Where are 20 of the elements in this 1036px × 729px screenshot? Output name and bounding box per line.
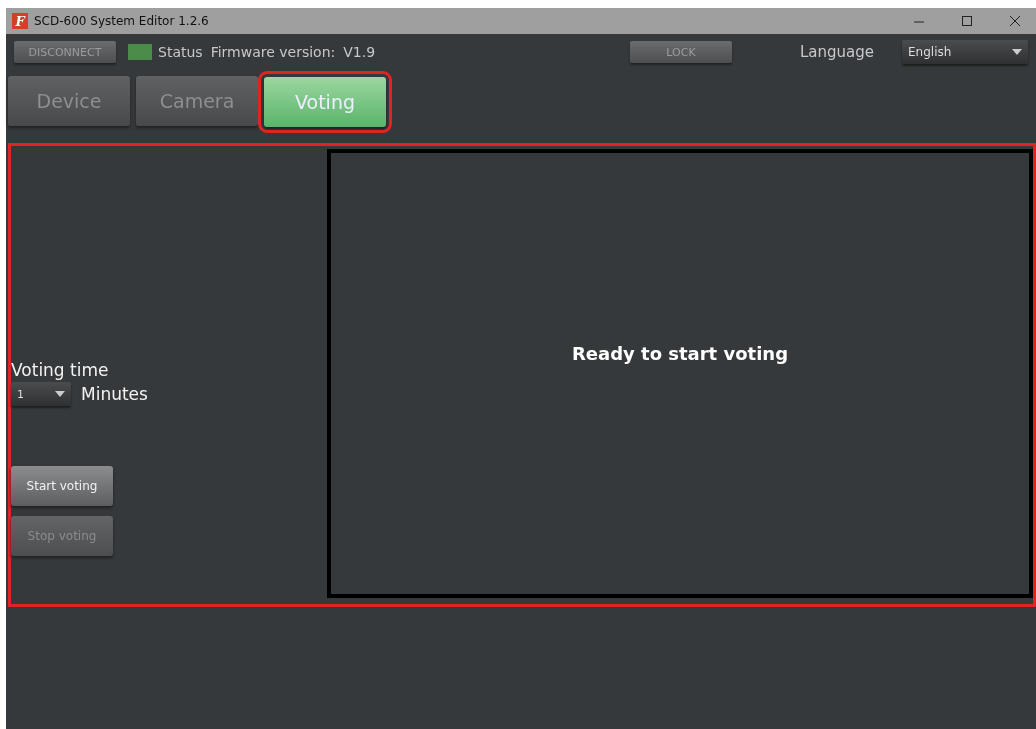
minutes-label: Minutes	[81, 384, 148, 404]
language-dropdown[interactable]: English	[902, 40, 1028, 64]
maximize-icon	[961, 15, 973, 27]
tab[interactable]: Camera	[136, 76, 258, 126]
dropdown-caret-icon	[55, 391, 65, 397]
language-label: Language	[799, 43, 874, 61]
firmware-version: V1.9	[343, 44, 376, 60]
firmware-label: Firmware version:	[210, 44, 336, 60]
voting-time-dropdown[interactable]: 1	[11, 382, 71, 406]
status-label: Status	[158, 44, 203, 60]
lock-button[interactable]: LOCK	[629, 41, 732, 63]
voting-button[interactable]: Start voting	[11, 466, 113, 506]
voting-status-message: Ready to start voting	[571, 343, 789, 364]
voting-time-label: Voting time	[11, 360, 110, 380]
app-icon: F	[12, 13, 28, 29]
close-icon	[1009, 15, 1021, 27]
disconnect-button[interactable]: DISCONNECT	[14, 41, 116, 63]
window-title: SCD-600 System Editor 1.2.6	[34, 14, 210, 28]
tab[interactable]: Device	[8, 76, 130, 126]
dropdown-caret-icon	[1012, 49, 1022, 55]
